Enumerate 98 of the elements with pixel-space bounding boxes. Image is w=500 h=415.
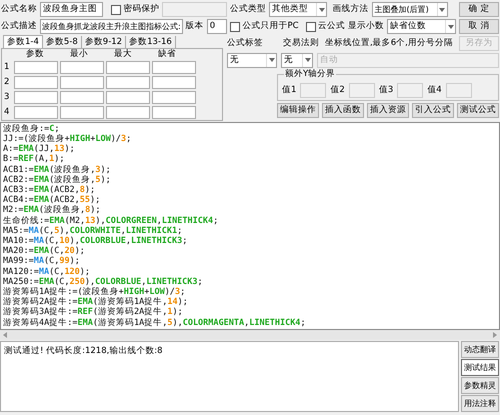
column-header: 最大 — [113, 48, 133, 60]
result-tab[interactable]: 动态翻译 — [461, 341, 499, 358]
code-line: 生命价线:=EMA(M2,13),COLORGREEN,LINETHICK4; — [3, 216, 220, 226]
param-field[interactable] — [152, 106, 196, 119]
param-field[interactable] — [60, 76, 104, 89]
param-field[interactable] — [14, 90, 58, 104]
field-label: 值4 — [427, 84, 442, 97]
code-line: JJ:=(波段鱼身+HIGH+LOW)/3; — [3, 134, 132, 144]
toolbar-button[interactable]: 引入公式 — [412, 102, 454, 118]
code-line: B:=REF(A,1); — [3, 154, 66, 165]
field-label: 画线方法 — [332, 3, 368, 16]
code-line: ACB2:=EMA(波段鱼身,5); — [3, 174, 112, 185]
code-line: MA10:=MA(C,10),COLORBLUE,LINETHICK3; — [3, 236, 188, 246]
toolbar-button[interactable]: 插入函数 — [322, 102, 364, 118]
param-field[interactable] — [106, 106, 150, 119]
scroll-right-icon[interactable] — [493, 332, 497, 338]
code-line: 游资筹码3A捉牛:=REF(游资筹码2A捉牛,1); — [3, 307, 184, 318]
param-tab[interactable]: 参数1-4 — [3, 34, 43, 48]
dropdown-arrow-icon — [268, 58, 274, 62]
dialog-button[interactable]: 取 消 — [459, 19, 499, 34]
version-field[interactable]: 0 — [206, 19, 227, 34]
code-line: 波段鱼身:=C; — [3, 124, 60, 134]
toolbar-button[interactable]: 插入资源 — [367, 102, 409, 118]
field-label: 公式类型 — [230, 3, 266, 16]
column-header: 缺省 — [157, 48, 177, 60]
field-label: 交易法则 — [283, 36, 320, 50]
group-title: 额外Y轴分界 — [284, 68, 336, 80]
code-line: MA250:=EMA(C,250),COLORBLUE,LINETHICK3; — [3, 276, 204, 287]
value-field[interactable] — [446, 82, 472, 98]
result-tab[interactable]: 测试结果 — [461, 359, 499, 376]
code-line: MA120:=MA(C,120); — [3, 266, 92, 277]
checkbox[interactable] — [230, 22, 240, 32]
param-field[interactable] — [60, 106, 104, 119]
result-tab[interactable]: 用法注释 — [461, 395, 499, 412]
draw-method-dropdown[interactable]: 主图叠加(后置) — [372, 2, 448, 17]
code-line: ACB4:=EMA(ACB2,55); — [3, 195, 102, 206]
dropdown-arrow-icon — [448, 24, 454, 28]
checkbox-label: 云公式 — [318, 20, 346, 33]
scroll-left-icon[interactable] — [3, 332, 7, 338]
field-label: 公式标签 — [227, 36, 264, 50]
param-field[interactable] — [14, 76, 58, 89]
code-line: 游资筹码4A捉牛:=EMA(游资筹码1A捉牛,5),COLORMAGENTA,LINETHICK4; — [3, 318, 307, 328]
param-field[interactable] — [106, 90, 150, 104]
checkbox[interactable] — [306, 22, 316, 32]
param-field[interactable] — [152, 60, 196, 74]
column-header: 参数 — [25, 48, 45, 60]
row-number: 2 — [4, 76, 10, 89]
code-line: 游资筹码1A捉牛:=(波段鱼身+HIGH+LOW)/3; — [3, 286, 186, 297]
result-tab[interactable]: 参数精灵 — [461, 377, 499, 394]
value-field[interactable] — [397, 82, 424, 98]
field-label: 版本 — [186, 20, 204, 33]
code-line: MA99:=MA(C,99); — [3, 256, 81, 267]
param-field[interactable] — [14, 106, 58, 119]
tag-dropdown[interactable]: 无 — [227, 52, 277, 68]
code-line: MA20:=EMA(C,20); — [3, 246, 86, 256]
message-text: 测试通过! 代码长度:1218,输出线个数:8 — [4, 344, 164, 358]
field-label: 值2 — [330, 84, 345, 97]
row-number: 1 — [4, 60, 10, 74]
field-label: 值3 — [378, 84, 394, 97]
toolbar-button[interactable]: 编辑操作 — [277, 102, 319, 118]
field-label: 显示小数 — [348, 20, 384, 33]
code-line: ACB3:=EMA(ACB2,8); — [3, 184, 96, 196]
description-field[interactable]: 波段鱼身抓龙波段主升浪主图指标公式: — [40, 19, 183, 34]
param-field[interactable] — [60, 60, 104, 74]
checkbox-label: 密码保护 — [123, 2, 160, 16]
toolbar-button[interactable]: 测试公式 — [457, 102, 499, 118]
code-line: A:=EMA(JJ,13); — [3, 144, 76, 154]
code-line: 游资筹码2A捉牛:=EMA(游资筹码1A捉牛,14); — [3, 297, 189, 308]
horizontal-scrollbar[interactable] — [0, 330, 500, 340]
code-editor[interactable] — [0, 122, 500, 330]
dropdown-arrow-icon — [304, 58, 310, 62]
code-line: MA5:=MA(C,5),COLORWHITE,LINETHICK1; — [3, 226, 184, 236]
row-number: 3 — [4, 90, 10, 104]
field-label: 值1 — [282, 84, 296, 97]
value-field[interactable] — [348, 82, 375, 98]
param-field[interactable] — [152, 76, 196, 89]
checkbox-label: 公式只用于PC — [242, 20, 299, 33]
dropdown-arrow-icon — [439, 8, 445, 12]
type-dropdown[interactable]: 其他类型 — [269, 2, 327, 17]
code-line: ACB1:=EMA(波段鱼身,3); — [3, 164, 112, 175]
name-field[interactable]: 波段鱼身主图 — [40, 2, 103, 17]
param-field[interactable] — [60, 90, 104, 104]
param-field[interactable] — [14, 60, 58, 74]
param-field[interactable] — [106, 60, 150, 74]
param-field[interactable] — [152, 90, 196, 104]
decimals-dropdown[interactable]: 缺省位数 — [387, 19, 456, 34]
value-field[interactable] — [300, 82, 326, 98]
code-line: M2:=EMA(波段鱼身,8); — [3, 205, 102, 216]
checkbox[interactable] — [110, 4, 121, 14]
dropdown-arrow-icon — [318, 8, 324, 12]
field-label: 公式名称 — [1, 3, 37, 16]
dialog-button[interactable]: 确 定 — [459, 2, 499, 17]
field-label: 公式描述 — [1, 20, 37, 33]
column-header: 最小 — [69, 48, 89, 60]
param-field[interactable] — [106, 76, 150, 89]
row-number: 4 — [4, 106, 10, 119]
field-label: 坐标线位置,最多6个,用分号分隔 — [325, 36, 453, 50]
rule-dropdown[interactable]: 无 — [281, 52, 313, 68]
